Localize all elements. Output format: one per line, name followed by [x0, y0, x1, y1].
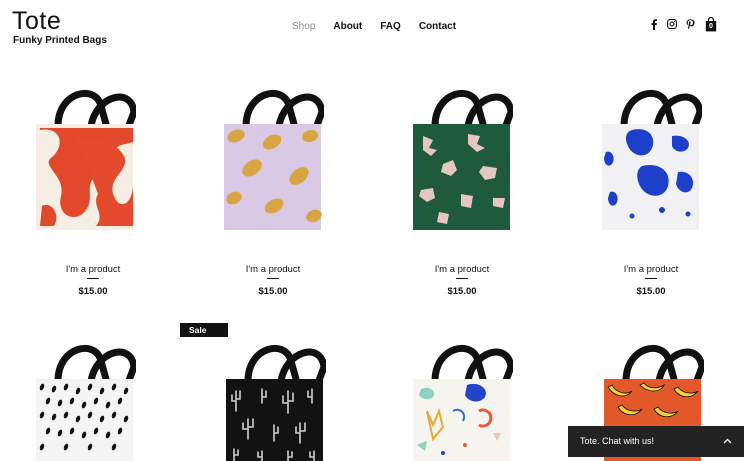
cart-button[interactable]: 0: [705, 16, 717, 32]
product-card[interactable]: I'm a product $15.00: [0, 62, 186, 312]
product-image[interactable]: [180, 323, 366, 461]
site-header: Tote Funky Printed Bags Shop About FAQ C…: [0, 0, 750, 60]
divider: [267, 278, 279, 279]
nav-item-about[interactable]: About: [333, 20, 362, 34]
sale-badge: Sale: [180, 323, 228, 337]
product-image[interactable]: [369, 62, 555, 248]
divider: [87, 278, 99, 279]
product-card[interactable]: [180, 323, 366, 461]
facebook-icon[interactable]: [648, 18, 660, 30]
product-image[interactable]: [0, 62, 186, 248]
product-image[interactable]: [369, 323, 555, 461]
site-title[interactable]: Tote: [12, 6, 61, 36]
product-card[interactable]: I'm a product $15.00: [369, 62, 555, 312]
tote-bag-lemons: [224, 89, 324, 230]
product-card[interactable]: I'm a product $15.00: [558, 62, 744, 312]
pinterest-icon[interactable]: [684, 18, 696, 30]
site-tagline: Funky Printed Bags: [13, 35, 107, 46]
product-name[interactable]: I'm a product: [0, 264, 186, 275]
divider: [645, 278, 657, 279]
product-card[interactable]: [369, 323, 555, 461]
product-card[interactable]: [0, 323, 186, 461]
chevron-up-icon[interactable]: [723, 426, 732, 457]
instagram-icon[interactable]: [666, 18, 678, 30]
product-image[interactable]: [558, 62, 744, 248]
tote-bag-blue-blobs: [602, 89, 702, 230]
nav-item-shop[interactable]: Shop: [292, 20, 315, 34]
product-price: $15.00: [258, 286, 288, 297]
nav-item-contact[interactable]: Contact: [419, 20, 456, 34]
social-bar: [648, 18, 702, 30]
product-image[interactable]: [0, 323, 186, 461]
divider: [456, 278, 468, 279]
nav-item-faq[interactable]: FAQ: [380, 20, 401, 34]
product-price: $15.00: [447, 286, 477, 297]
product-price: $15.00: [78, 286, 108, 297]
tote-bag-abstract-shapes: [413, 344, 513, 461]
product-price: $15.00: [636, 286, 666, 297]
product-card[interactable]: I'm a product $15.00: [180, 62, 366, 312]
tote-bag-orange-swirls: [36, 89, 136, 230]
product-image[interactable]: [180, 62, 366, 248]
chat-widget[interactable]: Tote. Chat with us!: [568, 426, 744, 457]
product-name[interactable]: I'm a product: [558, 264, 744, 275]
tote-bag-black-dots: [36, 344, 136, 461]
product-name[interactable]: I'm a product: [369, 264, 555, 275]
tote-bag-cactus: [226, 344, 326, 461]
tote-bag-green-hands: [413, 89, 513, 230]
cart-count: 0: [709, 23, 713, 30]
main-nav: Shop About FAQ Contact: [292, 20, 474, 34]
chat-label: Tote. Chat with us!: [580, 436, 655, 446]
product-name[interactable]: I'm a product: [180, 264, 366, 275]
